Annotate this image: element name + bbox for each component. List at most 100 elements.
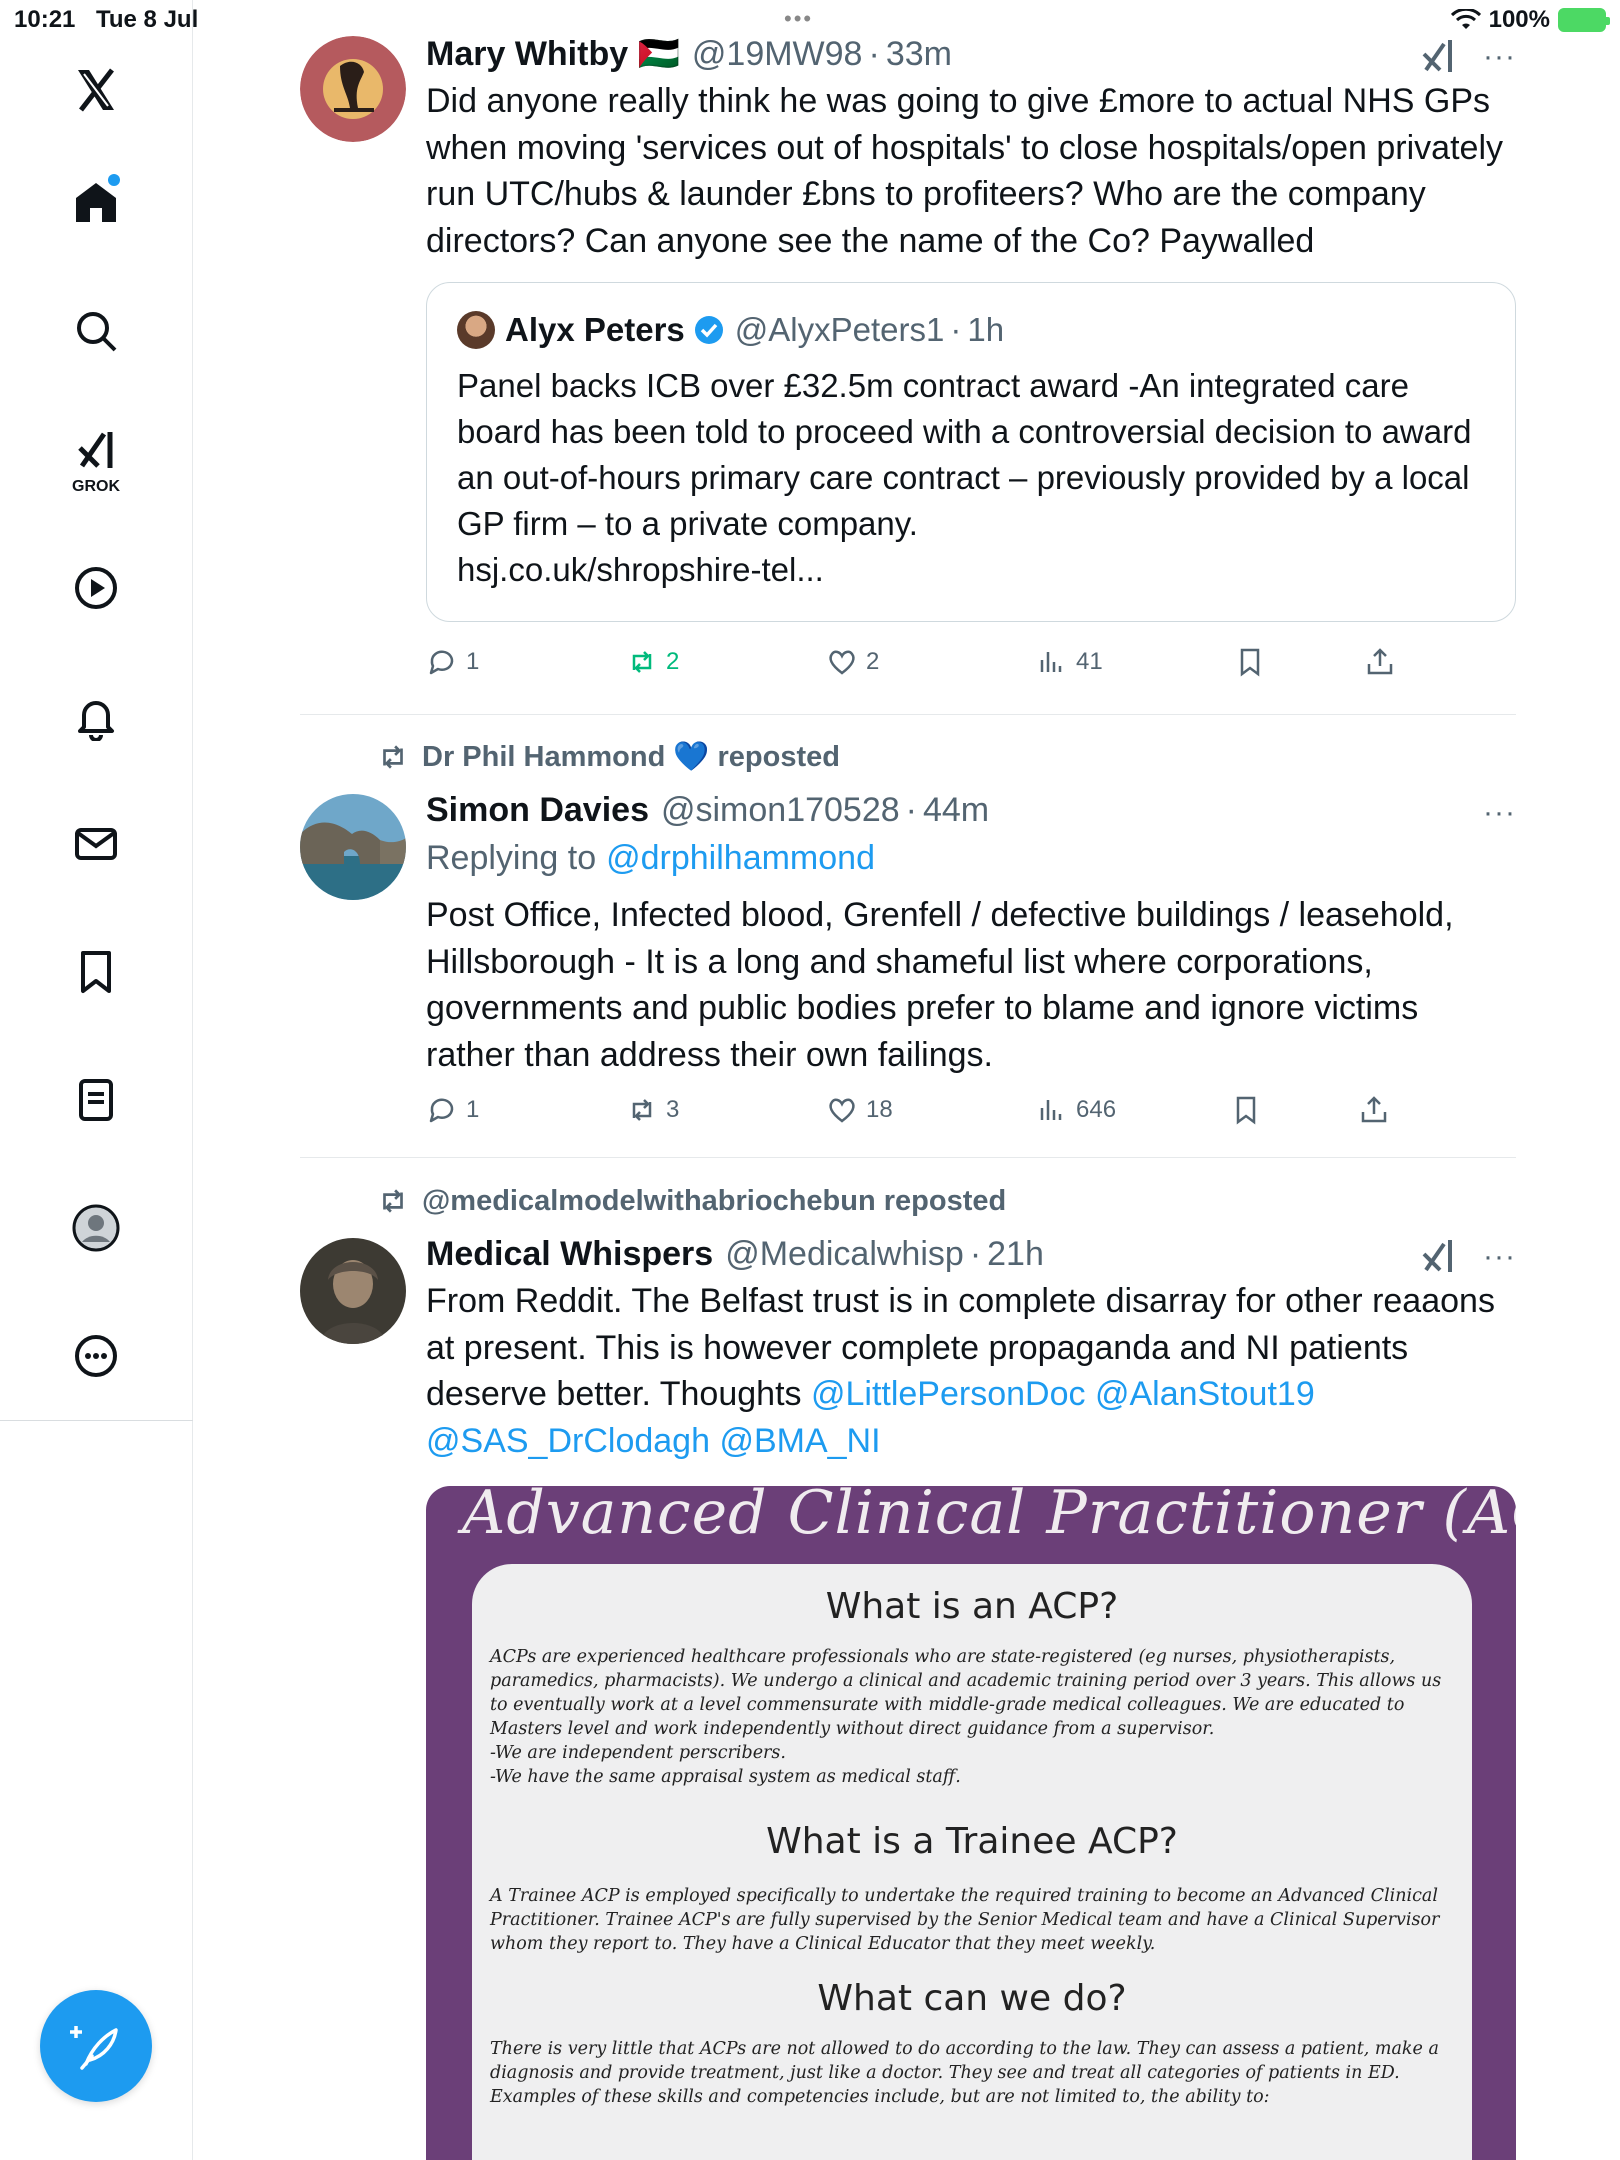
x-logo-icon[interactable] xyxy=(64,58,128,122)
like-count: 2 xyxy=(866,648,880,675)
replying-to: Replying to @drphilhammond xyxy=(426,836,1516,880)
replying-to-handle[interactable]: @drphilhammond xyxy=(606,839,875,878)
tweet-text: From Reddit. The Belfast trust is in com… xyxy=(426,1278,1516,1464)
author-name[interactable]: Simon Davies xyxy=(426,791,649,830)
compose-feather-icon xyxy=(70,2026,118,2070)
repost-button[interactable]: 2 xyxy=(626,646,679,678)
avatar-mary-whitby[interactable] xyxy=(300,36,406,142)
share-button[interactable] xyxy=(1364,646,1396,678)
tweet-text: Post Office, Infected blood, Grenfell / … xyxy=(426,896,1454,1074)
share-button[interactable] xyxy=(1358,1094,1390,1126)
status-right: 100% xyxy=(1450,6,1610,34)
repost-icon xyxy=(632,1099,652,1121)
battery-icon xyxy=(1558,8,1610,32)
views-button[interactable]: 646 xyxy=(1036,1094,1116,1126)
more-options-icon[interactable] xyxy=(64,1324,128,1388)
tweet-header: Simon Davies @simon170528 · 44m xyxy=(426,788,1516,832)
quote-author-name: Alyx Peters xyxy=(505,311,685,348)
reply-icon xyxy=(429,1098,454,1123)
post-time[interactable]: 21h xyxy=(987,1235,1044,1274)
grok-explain-icon[interactable] xyxy=(1418,36,1458,76)
poster-panel: What is an ACP? ACPs are experienced hea… xyxy=(472,1564,1472,2160)
search-icon[interactable] xyxy=(64,299,128,363)
mention-bma-ni[interactable]: @BMA_NI xyxy=(719,1422,880,1460)
tweet-actions: 1 2 2 41 xyxy=(426,646,1516,686)
repost-count: 2 xyxy=(666,648,680,675)
heart-icon xyxy=(829,1098,855,1123)
avatar-medical-whispers[interactable] xyxy=(300,1238,406,1344)
more-icon[interactable]: ··· xyxy=(1483,1240,1516,1274)
poster-paragraph-3: There is very little that ACPs are not a… xyxy=(490,2039,1439,2107)
poster-paragraph-1: ACPs are experienced healthcare professi… xyxy=(490,1647,1442,1739)
quote-header: Alyx Peters @AlyxPeters1 · 1h xyxy=(457,311,1485,349)
poster-title: Advanced Clinical Practitioner (ACP) xyxy=(462,1486,1516,1548)
bookmark-icon xyxy=(1236,1096,1256,1125)
compose-post-button[interactable] xyxy=(40,1990,152,2102)
tweet-body: Mary Whitby 🇵🇸 @19MW98 · 33m ··· Did any… xyxy=(426,32,1516,264)
tweet-body: Medical Whispers @Medicalwhisp · 21h ···… xyxy=(426,1232,1516,1464)
mention-alanstout19[interactable]: @AlanStout19 xyxy=(1095,1375,1315,1413)
tweet-image-acp-poster[interactable]: Advanced Clinical Practitioner (ACP) Wha… xyxy=(426,1486,1516,2160)
reply-count: 1 xyxy=(466,648,480,675)
repost-button[interactable]: 3 xyxy=(626,1094,679,1126)
like-button[interactable]: 18 xyxy=(826,1094,893,1126)
post-time[interactable]: 33m xyxy=(886,35,952,74)
like-button[interactable]: 2 xyxy=(826,646,879,678)
dot-separator: · xyxy=(905,790,917,829)
tweet-header: Medical Whispers @Medicalwhisp · 21h xyxy=(426,1232,1516,1276)
more-icon[interactable]: ··· xyxy=(1483,40,1516,74)
quote-tweet-alyx-peters[interactable]: Alyx Peters @AlyxPeters1 · 1h Panel back… xyxy=(426,282,1516,622)
multitask-dots-icon[interactable]: ••• xyxy=(784,6,813,32)
repost-icon xyxy=(632,651,652,673)
tweet-actions: 1 3 18 646 xyxy=(426,1094,1516,1134)
video-play-icon[interactable] xyxy=(64,556,128,620)
verified-badge-icon xyxy=(694,316,723,344)
mention-sas-drclodagh[interactable]: @SAS_DrClodagh xyxy=(426,1422,710,1460)
reposted-by-text: Dr Phil Hammond 💙 reposted xyxy=(422,741,840,773)
reply-button[interactable]: 1 xyxy=(426,1094,479,1126)
avatar-alyx-peters xyxy=(457,311,495,349)
tweet-header: Mary Whitby 🇵🇸 @19MW98 · 33m xyxy=(426,32,1516,76)
poster-paragraph-2: A Trainee ACP is employed specifically t… xyxy=(490,1886,1440,1954)
view-count: 41 xyxy=(1076,648,1103,675)
poster-paragraph-1b: -We are independent perscribers. xyxy=(490,1743,786,1763)
grok-icon[interactable] xyxy=(64,418,128,482)
poster-heading-2: What is a Trainee ACP? xyxy=(766,1821,1178,1862)
repost-icon xyxy=(383,1189,403,1213)
sidebar: GROK xyxy=(0,0,193,2160)
more-icon[interactable]: ··· xyxy=(1483,796,1516,830)
home-notification-dot xyxy=(108,174,120,186)
grok-label: GROK xyxy=(72,478,120,495)
avatar-simon-davies[interactable] xyxy=(300,794,406,900)
replying-label: Replying to xyxy=(426,838,597,877)
author-name[interactable]: Medical Whispers xyxy=(426,1235,713,1274)
bookmark-button[interactable] xyxy=(1230,1094,1262,1126)
author-name[interactable]: Mary Whitby 🇵🇸 xyxy=(426,34,680,74)
lists-icon[interactable] xyxy=(64,1068,128,1132)
reposted-by[interactable]: Dr Phil Hammond 💙 reposted xyxy=(376,740,840,774)
poster-paragraph-1c: -We have the same appraisal system as me… xyxy=(490,1767,961,1787)
post-time[interactable]: 44m xyxy=(923,791,989,830)
author-handle[interactable]: @Medicalwhisp xyxy=(725,1235,964,1274)
mention-littlepersondoc[interactable]: @LittlePersonDoc xyxy=(811,1375,1086,1413)
author-handle[interactable]: @simon170528 xyxy=(661,791,900,830)
tweet-body: Simon Davies @simon170528 · 44m ··· Repl… xyxy=(426,788,1516,1078)
bookmark-icon[interactable] xyxy=(64,940,128,1004)
poster-heading-1: What is an ACP? xyxy=(825,1586,1119,1627)
heart-icon xyxy=(829,650,855,675)
bookmark-button[interactable] xyxy=(1234,646,1266,678)
quote-text: Panel backs ICB over £32.5m contract awa… xyxy=(457,363,1485,593)
profile-avatar-icon[interactable] xyxy=(64,1196,128,1260)
grok-explain-icon[interactable] xyxy=(1418,1236,1458,1276)
like-count: 18 xyxy=(866,1096,893,1123)
reposted-by[interactable]: @medicalmodelwithabriochebun reposted xyxy=(376,1184,1006,1218)
tweet-divider xyxy=(300,1157,1516,1158)
bell-icon[interactable] xyxy=(64,685,128,749)
bookmark-icon xyxy=(1240,648,1260,677)
author-handle[interactable]: @19MW98 xyxy=(692,35,863,74)
views-button[interactable]: 41 xyxy=(1036,646,1103,678)
quote-link[interactable]: hsj.co.uk/shropshire-tel... xyxy=(457,551,824,588)
battery-percent: 100% xyxy=(1488,6,1550,33)
reply-button[interactable]: 1 xyxy=(426,646,479,678)
mail-icon[interactable] xyxy=(64,812,128,876)
